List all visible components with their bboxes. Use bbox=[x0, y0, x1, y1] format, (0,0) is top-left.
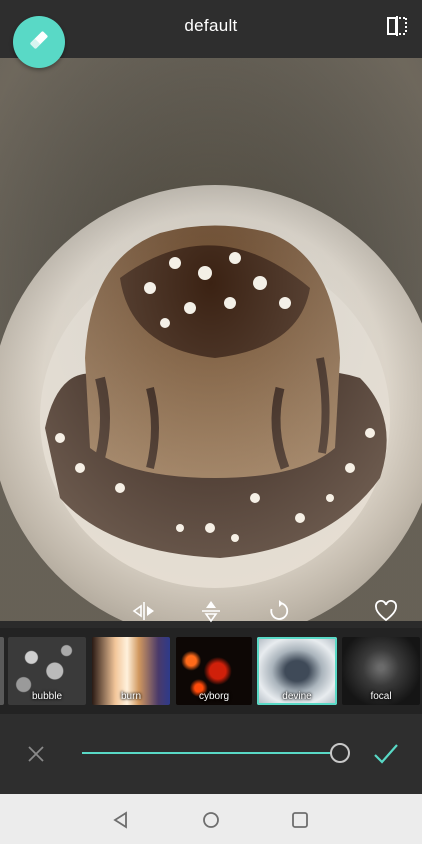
photo-tools bbox=[0, 592, 422, 628]
eraser-icon bbox=[27, 28, 51, 57]
favorite-heart-icon[interactable] bbox=[373, 598, 399, 624]
close-icon bbox=[28, 746, 44, 762]
effect-thumb-focal[interactable]: focal bbox=[342, 637, 420, 705]
effect-label: burn bbox=[120, 691, 141, 702]
effect-label: devine bbox=[282, 691, 312, 702]
home-circle-icon[interactable] bbox=[200, 809, 222, 831]
flip-horizontal-icon[interactable] bbox=[131, 598, 157, 624]
effect-label: bubble bbox=[31, 691, 63, 702]
apply-button[interactable] bbox=[372, 740, 400, 768]
effect-thumb-cyborg[interactable]: cyborg bbox=[176, 637, 252, 705]
effect-label: focal bbox=[370, 691, 392, 702]
effect-thumb-devine[interactable]: devine bbox=[257, 637, 337, 705]
effects-strip: bubble burn cyborg devine focal bbox=[0, 628, 422, 714]
effect-controls bbox=[0, 714, 422, 794]
cancel-button[interactable] bbox=[24, 742, 48, 766]
effect-thumb-burn[interactable]: burn bbox=[92, 637, 170, 705]
photo-canvas[interactable] bbox=[0, 58, 422, 621]
compare-split-icon[interactable] bbox=[386, 15, 408, 37]
effect-thumb-partial[interactable] bbox=[0, 637, 4, 705]
effect-thumb-bubble[interactable]: bubble bbox=[8, 637, 86, 705]
recents-square-icon[interactable] bbox=[289, 809, 311, 831]
flip-vertical-icon[interactable] bbox=[198, 598, 224, 624]
eraser-button[interactable] bbox=[13, 16, 65, 68]
intensity-slider-track[interactable] bbox=[82, 752, 342, 754]
intensity-slider-knob[interactable] bbox=[330, 743, 350, 763]
effect-label: cyborg bbox=[198, 691, 229, 702]
back-triangle-icon[interactable] bbox=[110, 809, 132, 831]
system-nav-bar bbox=[0, 794, 422, 844]
check-icon bbox=[374, 744, 398, 764]
rotate-icon[interactable] bbox=[266, 598, 292, 624]
